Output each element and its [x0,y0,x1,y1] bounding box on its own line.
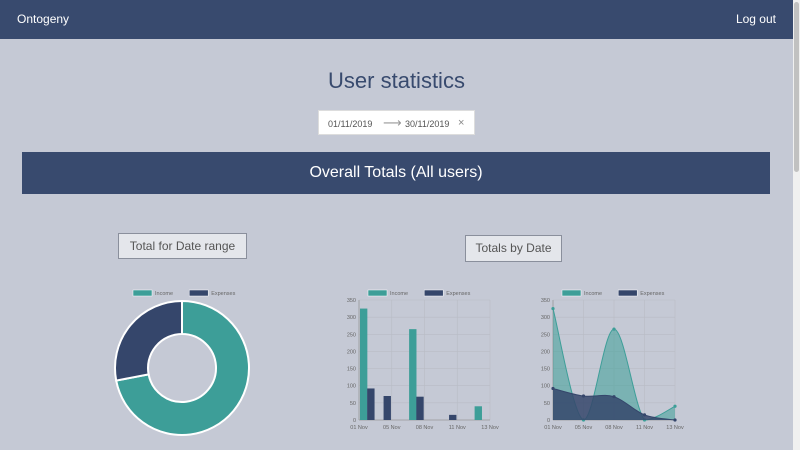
bar-y-tick-label: 200 [347,349,356,355]
bar-legend-swatch-income [367,289,388,297]
area-point-expenses [581,394,586,398]
date-range-picker[interactable]: 01/11/2019 ⟶ 30/11/2019 × [318,110,475,135]
donut-legend-label-expenses: Expenses [211,291,235,297]
page-scrollbar[interactable] [793,0,800,450]
area-point-income [612,327,616,331]
bar-x-tick-label: 13 Nov [481,425,499,431]
end-date-input[interactable]: 30/11/2019 [405,119,449,129]
bar-legend-label-expenses: Expenses [446,291,470,297]
bar-y-tick-label: 250 [347,332,356,338]
area-fill-income [553,308,675,420]
area-y-tick-label: 200 [541,349,550,355]
area-y-tick-label: 300 [541,315,550,321]
bar-y-tick-label: 350 [347,298,356,304]
area-point-income [673,404,677,408]
section-header: Overall Totals (All users) [22,152,770,194]
bar-x-tick-label: 01 Nov [350,425,368,431]
area-y-tick-label: 250 [541,332,550,338]
area-point-expenses [551,386,555,391]
bar-x-tick-label: 11 Nov [449,425,466,431]
clear-date-icon[interactable]: × [458,117,464,129]
bar-legend-label-income: Income [390,291,408,297]
scrollbar-thumb[interactable] [794,2,799,172]
bar-expenses [416,396,424,420]
area-y-tick-label: 350 [541,298,550,304]
bar-x-tick-label: 05 Nov [383,425,401,431]
donut-slice-expenses [114,299,183,382]
area-y-tick-label: 0 [547,418,550,424]
area-x-tick-label: 13 Nov [666,425,684,431]
area-fill-expenses [553,388,675,420]
start-date-input[interactable]: 01/11/2019 [328,119,372,129]
bar-expenses [383,396,391,420]
donut-legend-label-income: Income [155,291,173,297]
area-y-tick-label: 150 [541,367,550,373]
bar-y-tick-label: 150 [347,367,356,373]
donut-slice-income [115,299,250,436]
area-legend-label-expenses: Expenses [640,291,664,297]
area-point-income [551,306,555,311]
bar-legend-swatch-expenses [423,289,444,297]
top-navbar: Ontogeny Log out [0,0,793,39]
bar-expenses [367,388,375,420]
arrow-right-icon: ⟶ [383,115,402,130]
bar-y-tick-label: 0 [353,418,356,424]
area-x-tick-label: 05 Nov [575,425,593,431]
logout-link[interactable]: Log out [736,12,776,26]
bar-income [474,406,482,420]
area-point-income [642,418,647,422]
area-point-expenses [642,413,647,417]
bar-y-tick-label: 300 [347,315,356,321]
bar-income [409,329,417,420]
area-point-expenses [612,395,616,399]
bar-expenses [449,414,457,420]
bar-income [359,308,368,420]
area-x-tick-label: 01 Nov [544,425,562,431]
by-date-card-title: Totals by Date [465,235,562,262]
area-legend-label-income: Income [584,291,602,297]
area-y-tick-label: 100 [541,384,550,390]
date-range-card-title: Total for Date range [118,233,247,259]
area-point-income [581,418,586,422]
area-y-tick-label: 50 [544,401,550,407]
area-legend-swatch-expenses [617,289,638,297]
area-legend-swatch-income [561,289,582,297]
brand-link[interactable]: Ontogeny [17,12,69,26]
area-x-tick-label: 11 Nov [636,425,653,431]
area-point-expenses [673,418,677,422]
donut-legend-swatch-income [132,289,153,297]
area-line-income [552,308,676,421]
bar-y-tick-label: 50 [350,401,356,407]
area-line-expenses [552,387,676,421]
donut-legend-swatch-expenses [188,289,209,297]
area-x-tick-label: 08 Nov [605,425,623,431]
bar-x-tick-label: 08 Nov [416,425,434,431]
bar-y-tick-label: 100 [347,384,356,390]
page-title: User statistics [328,68,465,93]
